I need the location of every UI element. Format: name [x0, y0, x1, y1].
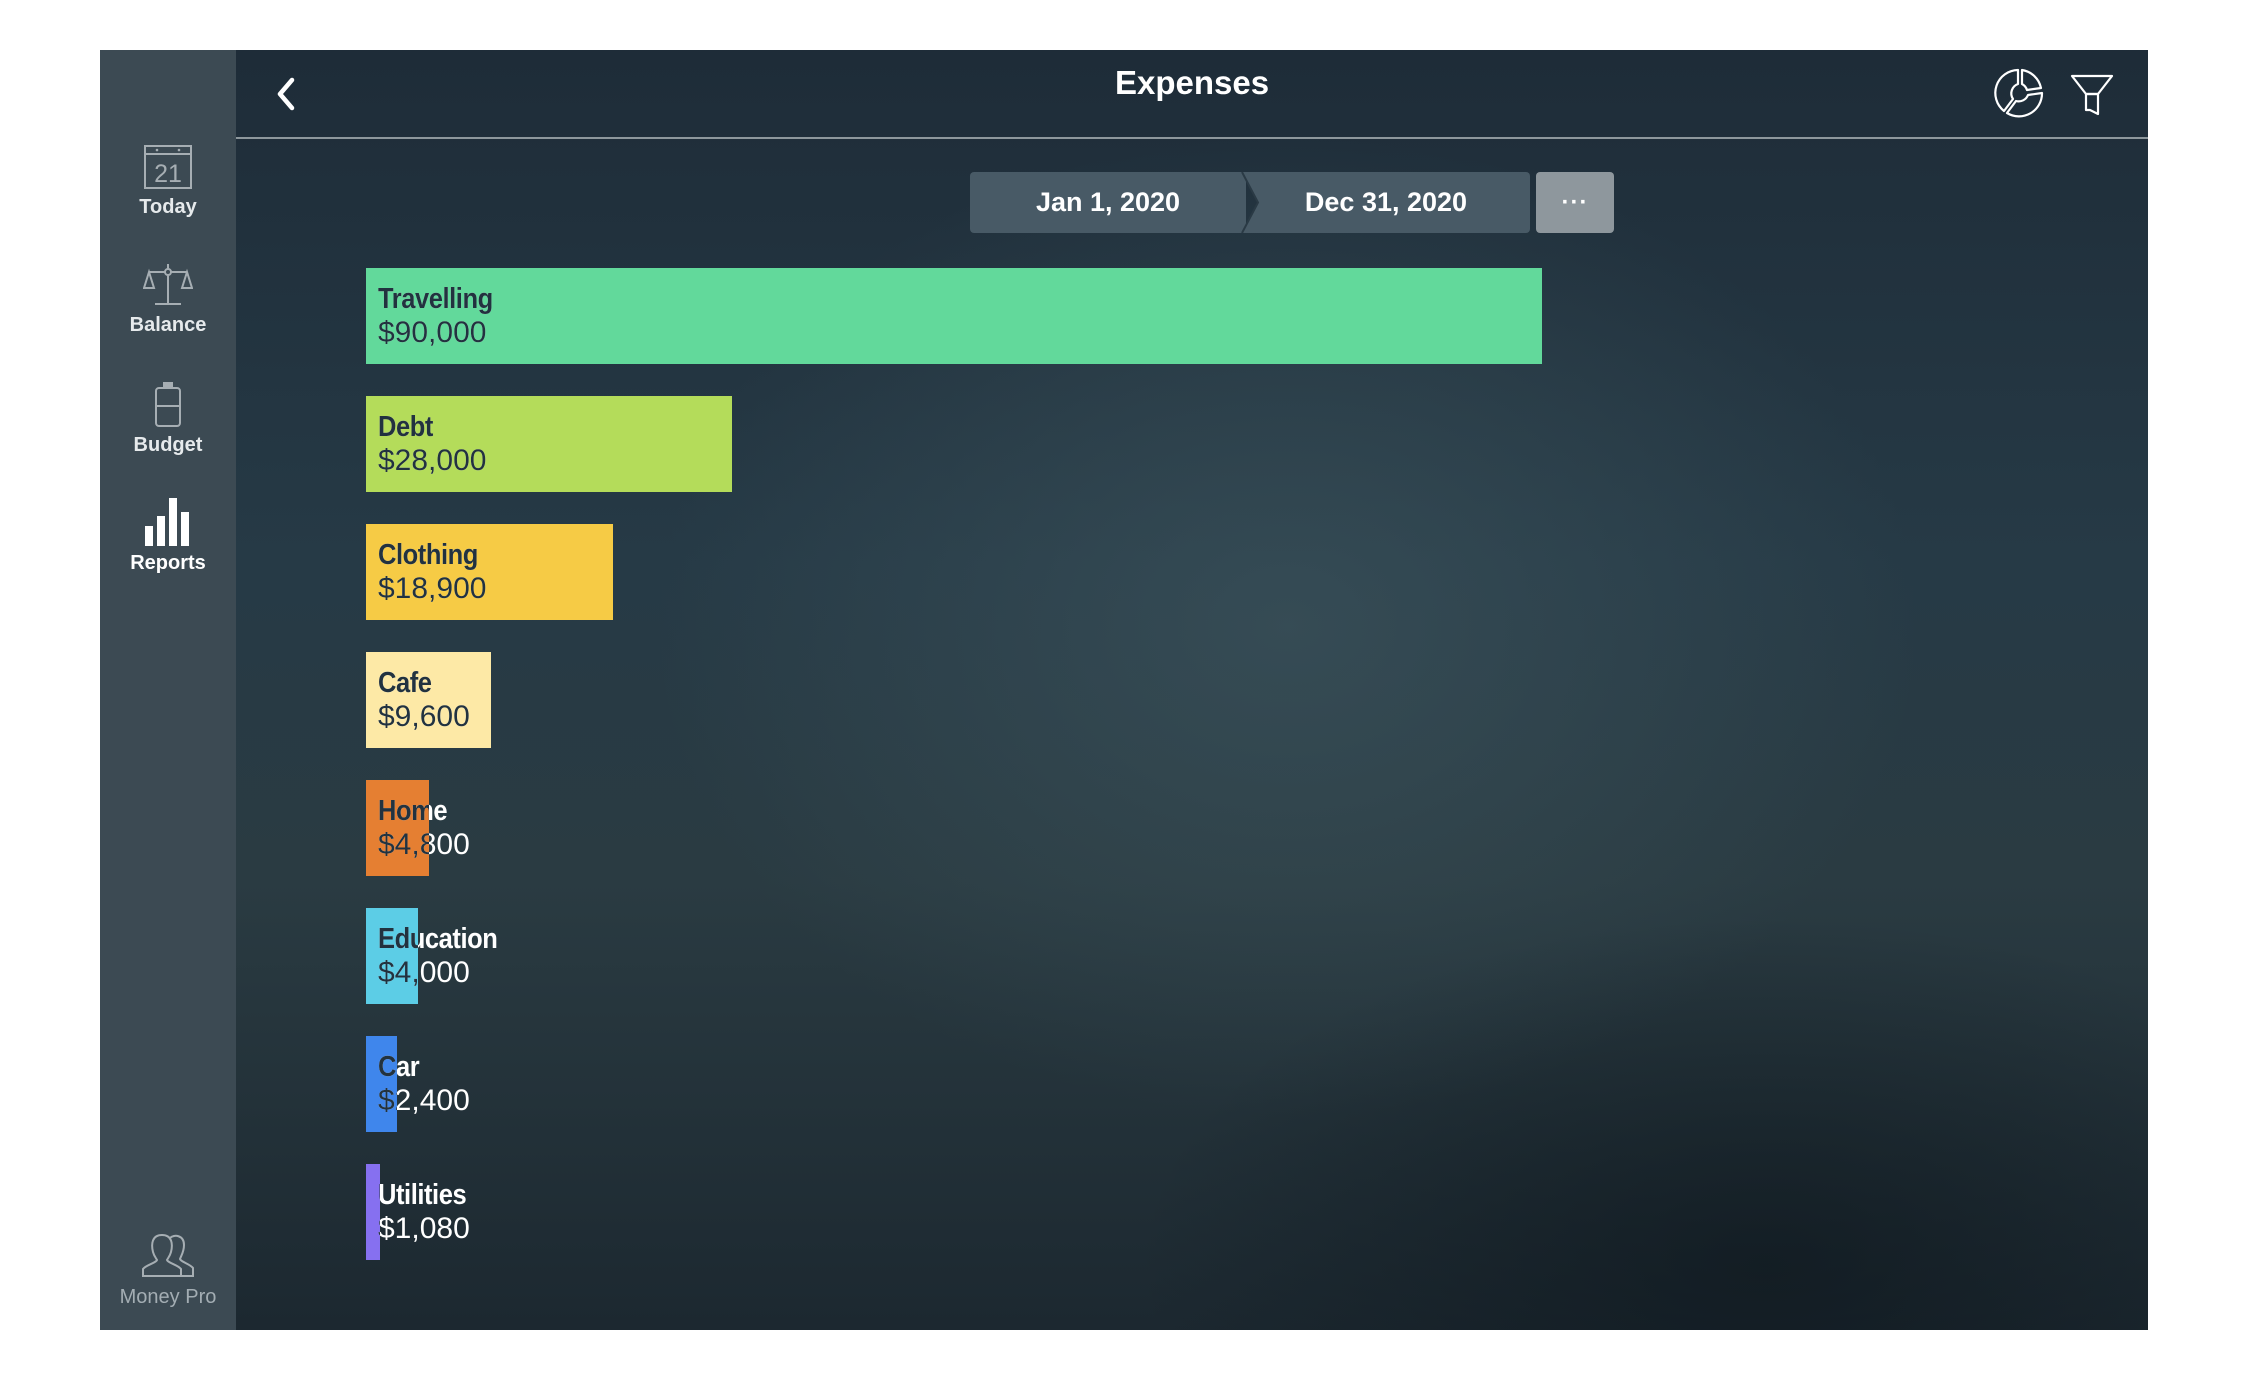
main-panel: Expenses Jan 1, 2020 Dec 31, 2020 ··· Tr… [236, 50, 2148, 1330]
bar-label-clip: Utilities$1,080 [366, 1164, 380, 1260]
scales-icon [143, 264, 193, 305]
bar-value-label: $18,900 [378, 572, 487, 605]
users-icon [142, 1233, 194, 1277]
header: Expenses [236, 50, 2148, 138]
bar-row-clothing[interactable]: Clothing $18,900 Clothing $18,900 [366, 524, 2066, 620]
bar-value-label: $1,080 [378, 1212, 470, 1245]
bar-value-label: $4,000 [378, 956, 418, 989]
bar-category-label: Clothing [378, 539, 478, 571]
sidebar-item-label: Reports [130, 552, 206, 574]
sidebar-item-label: Money Pro [119, 1286, 217, 1308]
bar-value-label: $2,400 [378, 1084, 397, 1117]
sidebar-item-label: Budget [133, 434, 203, 456]
start-date-button[interactable]: Jan 1, 2020 [970, 172, 1246, 233]
bar-label: Clothing $18,900 [378, 538, 492, 606]
bar-category-label: Debt [378, 411, 433, 443]
bar-label: Cafe $9,600 [378, 666, 470, 734]
sidebar-item-budget[interactable]: Budget [100, 380, 236, 457]
bar-category-label: Home [378, 795, 429, 827]
sidebar: 21 Today Balance Budget Reports Money Pr… [100, 50, 236, 1330]
battery-jar-icon [155, 382, 181, 427]
bar-label: Home$4,800 [378, 794, 429, 862]
sidebar-item-balance[interactable]: Balance [100, 260, 236, 337]
chart-type-button[interactable] [1992, 66, 2046, 120]
bar-value-label: $4,800 [378, 828, 429, 861]
filter-funnel-icon [2070, 74, 2114, 116]
calendar-icon: 21 [144, 145, 192, 189]
date-range-selector: Jan 1, 2020 Dec 31, 2020 ··· [970, 172, 1614, 233]
bar-value-label: $1,080 [378, 1212, 380, 1246]
bar-category-label: Travelling [378, 283, 493, 315]
bar-value-label: $28,000 [378, 444, 487, 477]
bar-row-travelling[interactable]: Travelling $90,000 Travelling $90,000 [366, 268, 2066, 364]
donut-chart-icon [1994, 68, 2044, 118]
bar-chart-icon [145, 498, 189, 546]
bar-label-clip: Debt $28,000 [366, 396, 732, 492]
page-title: Expenses [1114, 64, 1270, 101]
bar-label-clip: Education$4,000 [366, 908, 418, 1004]
bar-row-debt[interactable]: Debt $28,000 Debt $28,000 [366, 396, 2066, 492]
bar-category-label: Cafe [378, 667, 432, 699]
svg-text:21: 21 [154, 160, 182, 188]
header-divider [236, 137, 2148, 139]
expenses-bar-chart: Travelling $90,000 Travelling $90,000 Debt $2… [366, 268, 2066, 1268]
end-date-button[interactable]: Dec 31, 2020 [1242, 172, 1530, 233]
bar-row-education[interactable]: Education$4,000Education$4,000 [366, 908, 2066, 1004]
bar-label-clip: Car$2,400 [366, 1036, 397, 1132]
more-options-button[interactable]: ··· [1536, 172, 1614, 233]
bar-label: Car$2,400 [378, 1050, 397, 1118]
bar-label-clip: Clothing $18,900 [366, 524, 613, 620]
bar-row-cafe[interactable]: Cafe $9,600 Cafe $9,600 [366, 652, 2066, 748]
bar-row-home[interactable]: Home$4,800Home$4,800 [366, 780, 2066, 876]
bar-row-utilities[interactable]: Utilities$1,080Utilities$1,080 [366, 1164, 2066, 1260]
bar-category-label: Education [378, 923, 418, 955]
bar-label-clip: Travelling $90,000 [366, 268, 1542, 364]
bar-label: Utilities$1,080 [378, 1178, 478, 1246]
bar-label: Education$4,000 [378, 922, 418, 990]
bar-value-label: $9,600 [378, 700, 470, 733]
bar-category-label: Utilities [378, 1178, 380, 1212]
bar-label-clip: Cafe $9,600 [366, 652, 491, 748]
sidebar-item-label: Today [139, 196, 197, 218]
bar-label: Utilities$1,080 [378, 1178, 380, 1246]
bar-label: Debt $28,000 [378, 410, 486, 478]
app-window: 21 Today Balance Budget Reports Money Pr… [100, 50, 2148, 1330]
sidebar-item-label: Balance [129, 314, 207, 336]
bar-value-label: $90,000 [378, 316, 487, 349]
sidebar-item-money-pro[interactable]: Money Pro [100, 1232, 236, 1309]
bar-category-label: Car [378, 1051, 397, 1083]
sidebar-item-reports[interactable]: Reports [100, 496, 236, 575]
bar-label-clip: Home$4,800 [366, 780, 429, 876]
bar-category-label: Utilities [378, 1179, 467, 1211]
bar-row-car[interactable]: Car$2,400Car$2,400 [366, 1036, 2066, 1132]
sidebar-item-today[interactable]: 21 Today [100, 144, 236, 219]
bar-label: Travelling $90,000 [378, 282, 508, 350]
filter-button[interactable] [2068, 68, 2116, 120]
